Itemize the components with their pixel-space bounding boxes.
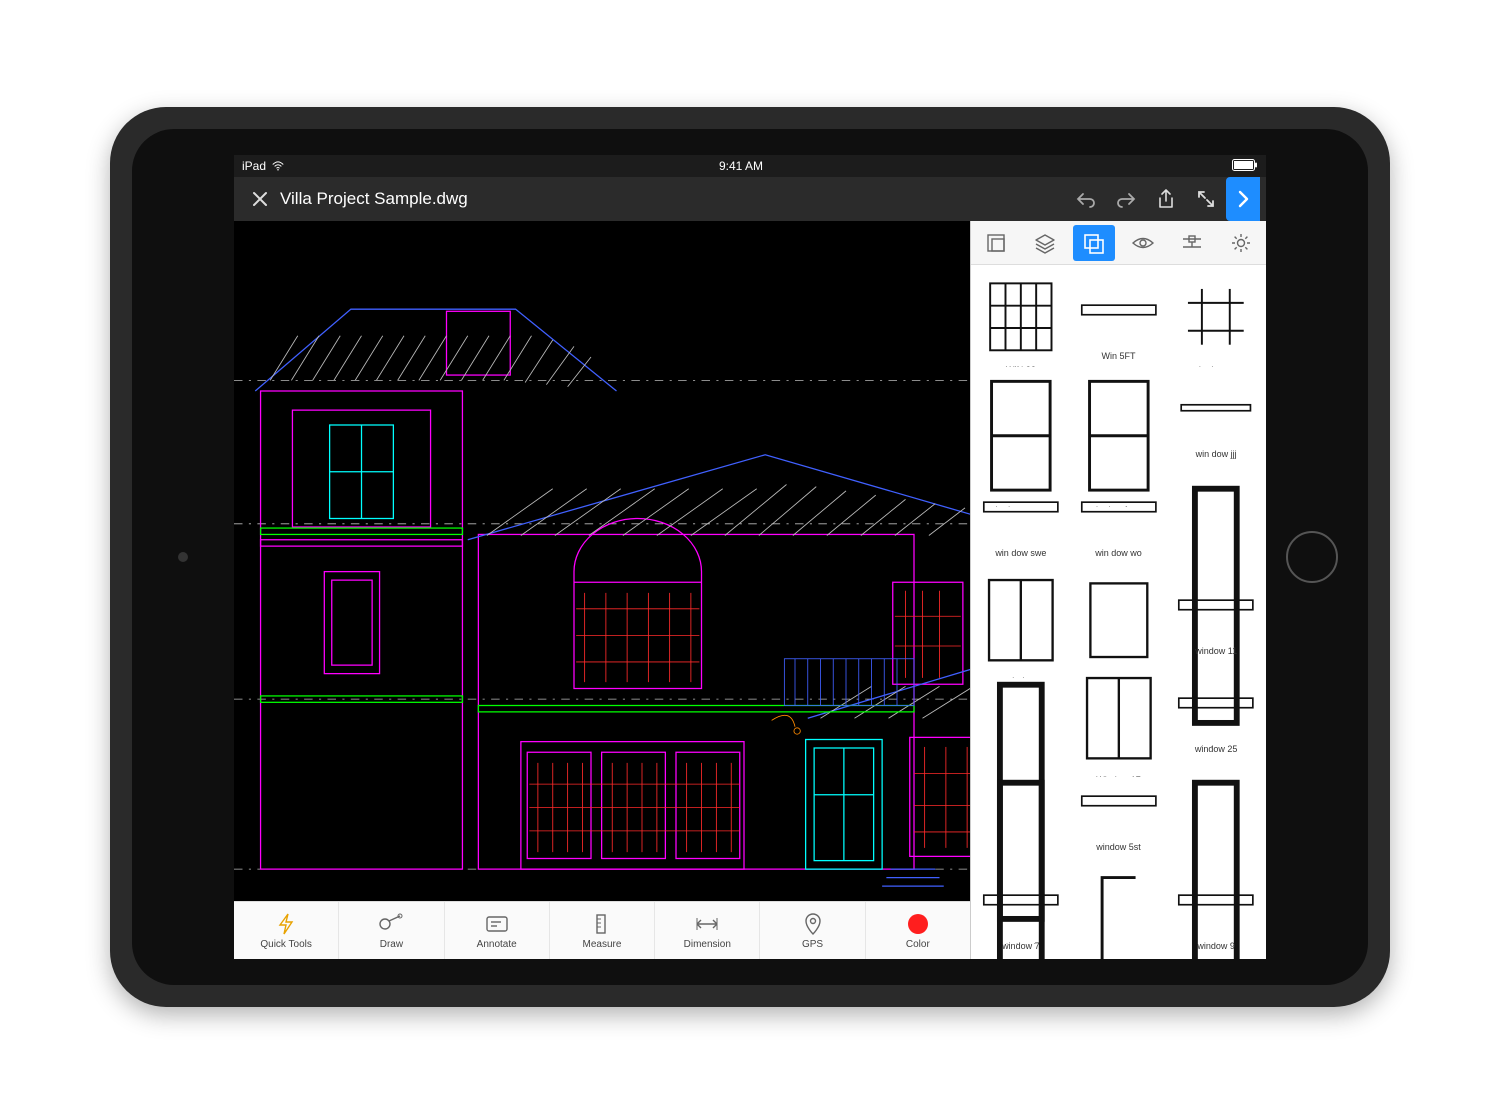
layers-tab[interactable]: [1024, 225, 1066, 261]
block-thumb: [1170, 271, 1262, 363]
block-item[interactable]: window 1: [1073, 566, 1165, 658]
block-item[interactable]: Win 5FT: [1073, 271, 1165, 363]
block-item[interactable]: window 5ft: [975, 762, 1067, 854]
block-item[interactable]: window 8: [1073, 861, 1165, 953]
ipad-bezel: iPad 9:41 AM Villa Project Sample.dwg: [132, 129, 1368, 985]
block-item[interactable]: windoerere: [1170, 468, 1262, 560]
status-bar: iPad 9:41 AM: [234, 155, 1266, 177]
block-thumb: [1170, 664, 1262, 742]
block-thumb: [1170, 369, 1262, 447]
block-thumb: [1073, 762, 1165, 840]
annotate-label: Annotate: [477, 939, 517, 950]
block-thumb: [1073, 271, 1165, 349]
dimension-button[interactable]: Dimension: [655, 902, 760, 959]
block-thumb: [1170, 861, 1262, 939]
bottom-toolbar: Quick Tools Draw Annotate Measure: [234, 901, 970, 959]
block-label: WIN 22: [975, 363, 1067, 367]
block-thumb: [1073, 664, 1165, 772]
settings-tab[interactable]: [1220, 225, 1262, 261]
block-label: window 5st: [1073, 840, 1165, 854]
layouts-tab[interactable]: [975, 225, 1017, 261]
block-label: window 7: [975, 939, 1067, 953]
status-device: iPad: [242, 159, 266, 173]
block-label: win dow wo: [1073, 546, 1165, 560]
block-thumb: [975, 566, 1067, 674]
block-thumb: [975, 861, 1067, 939]
block-item[interactable]: win dow frame: [1073, 369, 1165, 461]
color-swatch-icon: [908, 911, 928, 937]
document-title: Villa Project Sample.dwg: [280, 189, 468, 209]
gps-icon: [804, 911, 822, 937]
gps-button[interactable]: GPS: [760, 902, 865, 959]
block-item[interactable]: win dow swe: [975, 468, 1067, 560]
fullscreen-icon[interactable]: [1186, 177, 1226, 221]
draw-button[interactable]: Draw: [339, 902, 444, 959]
block-library-grid[interactable]: WIN 22 Win 5FT win do yuyu win dow e re r e…: [971, 265, 1266, 959]
drawing-canvas[interactable]: [234, 221, 970, 901]
status-time: 9:41 AM: [284, 159, 1198, 173]
measure-label: Measure: [583, 939, 622, 950]
side-panel: WIN 22 Win 5FT win do yuyu win dow e re r e…: [970, 221, 1266, 959]
block-item[interactable]: window 7: [975, 861, 1067, 953]
block-label: Win 5FT: [1073, 349, 1165, 363]
block-item[interactable]: win dow jjj: [1170, 369, 1262, 461]
block-thumb: [1073, 468, 1165, 546]
block-item[interactable]: Window 17: [1073, 664, 1165, 756]
measure-button[interactable]: Measure: [550, 902, 655, 959]
color-label: Color: [906, 939, 930, 950]
visibility-tab[interactable]: [1122, 225, 1164, 261]
block-item[interactable]: window 11: [1170, 566, 1262, 658]
wifi-icon: [272, 160, 284, 172]
share-icon[interactable]: [1146, 177, 1186, 221]
color-button[interactable]: Color: [866, 902, 970, 959]
title-bar: Villa Project Sample.dwg: [234, 177, 1266, 221]
draw-icon: [378, 911, 404, 937]
block-label: window 9: [1170, 939, 1262, 953]
snap-tab[interactable]: [1171, 225, 1213, 261]
block-item[interactable]: win dow wo: [1073, 468, 1165, 560]
annotate-icon: [485, 911, 509, 937]
gps-label: GPS: [802, 939, 823, 950]
block-thumb: [1170, 566, 1262, 644]
collapse-panel-button[interactable]: [1226, 177, 1260, 221]
quick-tools-label: Quick Tools: [260, 939, 312, 950]
ipad-frame: iPad 9:41 AM Villa Project Sample.dwg: [110, 107, 1390, 1007]
block-item[interactable]: window 25: [1170, 664, 1262, 756]
dimension-label: Dimension: [684, 939, 731, 950]
block-thumb: [975, 468, 1067, 546]
block-thumb: [1073, 861, 1165, 959]
dimension-icon: [694, 911, 720, 937]
quick-tools-button[interactable]: Quick Tools: [234, 902, 339, 959]
draw-label: Draw: [380, 939, 403, 950]
status-battery: [1198, 159, 1258, 174]
lightning-icon: [276, 911, 296, 937]
screen: iPad 9:41 AM Villa Project Sample.dwg: [234, 155, 1266, 959]
block-label: win do yuyu: [1170, 363, 1262, 367]
block-item[interactable]: win dow e re r e: [975, 369, 1067, 461]
undo-icon[interactable]: [1066, 177, 1106, 221]
block-thumb: [975, 271, 1067, 363]
home-button[interactable]: [1286, 531, 1338, 583]
block-item[interactable]: window 6stst: [1170, 762, 1262, 854]
block-thumb: [1073, 566, 1165, 674]
block-label: window 25: [1170, 742, 1262, 756]
measure-icon: [591, 911, 613, 937]
blocks-tab[interactable]: [1073, 225, 1115, 261]
block-item[interactable]: win do yuyu: [1170, 271, 1262, 363]
side-panel-tabs: [971, 221, 1266, 265]
block-item[interactable]: window: [975, 566, 1067, 658]
block-item[interactable]: WIN 22: [975, 271, 1067, 363]
block-label: win dow swe: [975, 546, 1067, 560]
annotate-button[interactable]: Annotate: [445, 902, 550, 959]
block-item[interactable]: window 5st: [1073, 762, 1165, 854]
block-label: win dow jjj: [1170, 447, 1262, 461]
block-item[interactable]: window 12: [975, 664, 1067, 756]
block-label: window 11: [1170, 644, 1262, 658]
close-icon[interactable]: [240, 177, 280, 221]
block-item[interactable]: window 9: [1170, 861, 1262, 953]
redo-icon[interactable]: [1106, 177, 1146, 221]
